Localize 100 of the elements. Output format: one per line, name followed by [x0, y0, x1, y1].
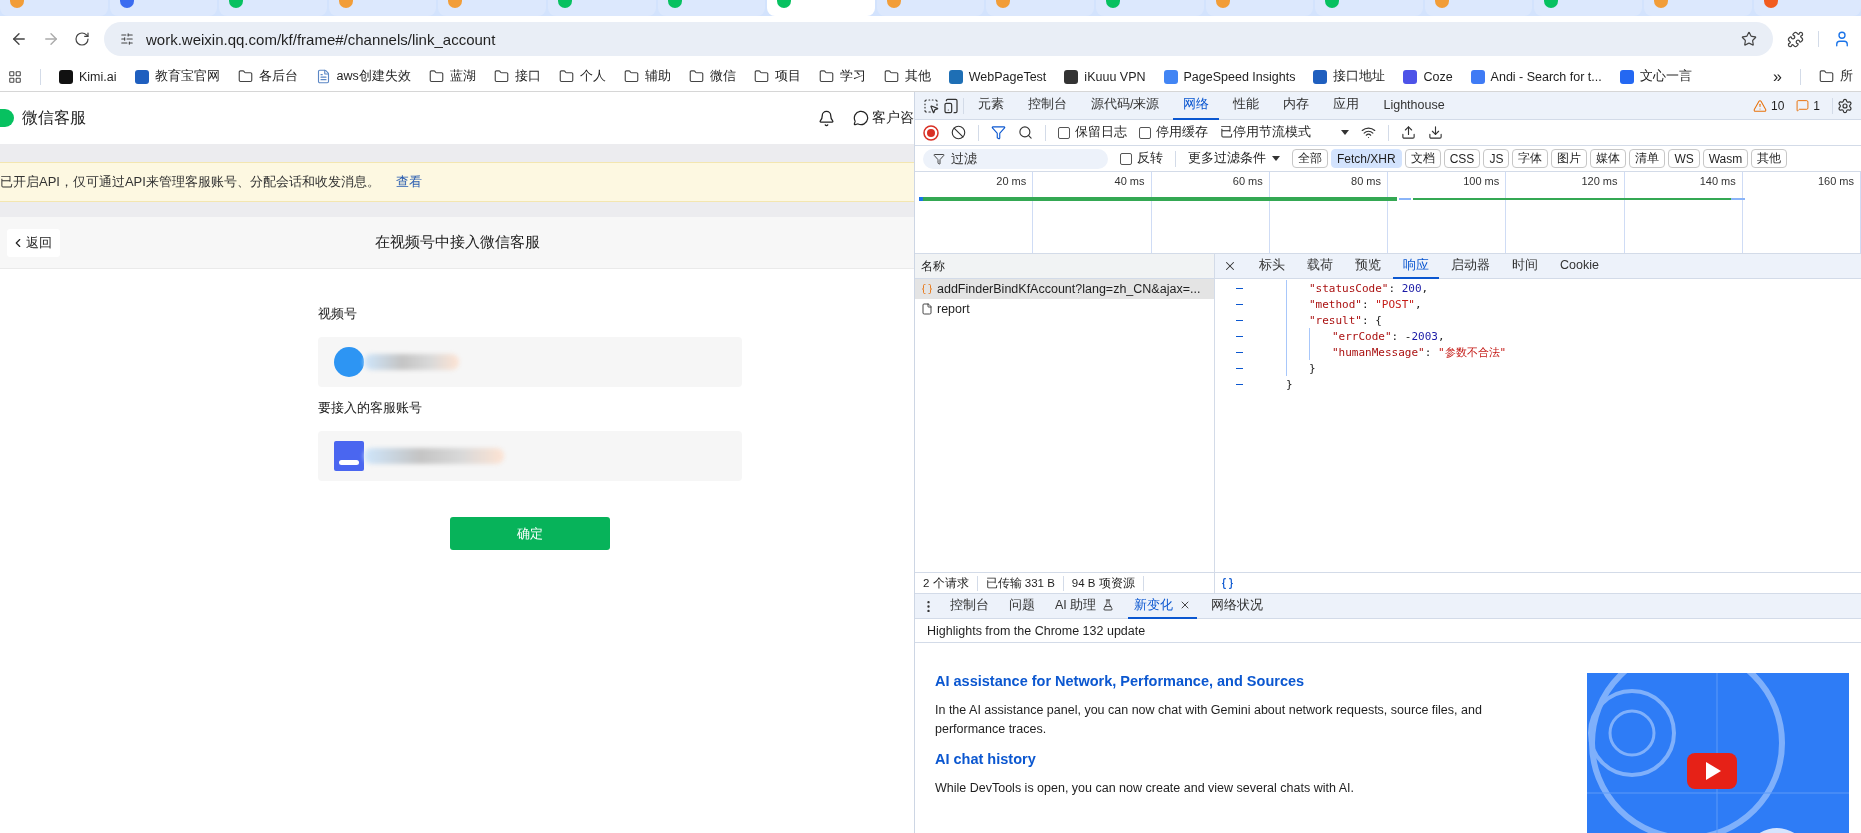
bookmark[interactable]: 接口地址: [1333, 68, 1386, 85]
type-filter-chip[interactable]: CSS: [1443, 149, 1481, 168]
column-header[interactable]: 名称: [921, 257, 945, 275]
inspect-icon[interactable]: [923, 97, 939, 114]
more-bookmarks[interactable]: »: [1773, 67, 1782, 86]
profile-icon[interactable]: [1833, 30, 1851, 48]
checkbox[interactable]: [1058, 126, 1070, 139]
bookmark[interactable]: PageSpeed Insights: [1183, 69, 1296, 84]
detail-tab[interactable]: 时间: [1502, 253, 1548, 279]
bookmark-star-icon[interactable]: [1741, 31, 1757, 47]
issue-count[interactable]: 1: [1813, 98, 1820, 113]
bookmark[interactable]: iKuuu VPN: [1084, 69, 1146, 84]
panel-tab[interactable]: 控制台: [1018, 91, 1077, 120]
drawer-tab[interactable]: 问题: [1003, 593, 1041, 619]
clear-icon[interactable]: [951, 125, 966, 140]
bookmark[interactable]: 教育宝官网: [154, 68, 220, 85]
search-icon[interactable]: [1018, 125, 1033, 140]
device-toolbar-icon[interactable]: [943, 97, 959, 114]
bookmark[interactable]: 蓝湖: [449, 68, 476, 85]
browser-tab[interactable]: [109, 0, 218, 16]
panel-tab[interactable]: 网络: [1173, 91, 1220, 120]
type-filter-chip[interactable]: 图片: [1551, 149, 1588, 168]
bookmark[interactable]: 辅助: [644, 68, 671, 85]
drawer-tab[interactable]: 网络状况: [1205, 593, 1270, 619]
panel-tab[interactable]: 内存: [1273, 91, 1320, 120]
code-line: }: [1309, 361, 1316, 375]
record-icon[interactable]: [923, 124, 939, 141]
type-filter-chip[interactable]: 媒体: [1590, 149, 1627, 168]
close-icon[interactable]: [1223, 259, 1237, 273]
type-filter-chip[interactable]: 文档: [1404, 149, 1441, 168]
type-filter-chip[interactable]: 清单: [1629, 149, 1666, 168]
bookmark[interactable]: 个人: [579, 68, 606, 85]
detail-tab[interactable]: 载荷: [1297, 253, 1343, 279]
bookmark[interactable]: 接口: [514, 68, 541, 85]
site-settings-icon[interactable]: [120, 32, 134, 46]
drawer-tab[interactable]: AI 助理: [1049, 593, 1121, 619]
panel-tab[interactable]: Lighthouse: [1373, 91, 1455, 120]
panel-tab[interactable]: 应用: [1323, 91, 1370, 120]
detail-tab[interactable]: Cookie: [1550, 253, 1609, 279]
network-conditions-icon[interactable]: [1361, 125, 1376, 140]
bookmark[interactable]: WebPageTest: [968, 69, 1047, 84]
folder-icon: [1819, 69, 1834, 84]
highlights-heading: Highlights from the Chrome 132 update: [927, 623, 1146, 638]
type-filter-chip[interactable]: 其他: [1751, 149, 1788, 168]
select-field[interactable]: [318, 337, 742, 387]
all-bookmarks[interactable]: 所: [1840, 68, 1853, 85]
import-icon[interactable]: [1401, 125, 1416, 140]
address-bar[interactable]: work.weixin.qq.com/kf/frame#/channels/link_account: [104, 22, 1773, 56]
detail-tab[interactable]: 响应: [1393, 253, 1439, 279]
extensions-icon[interactable]: [1787, 30, 1804, 48]
bookmark[interactable]: 各后台: [258, 68, 298, 85]
back-icon[interactable]: [10, 30, 28, 48]
request-row[interactable]: report: [915, 299, 1214, 319]
detail-tab[interactable]: 标头: [1249, 253, 1295, 279]
type-filter-chip[interactable]: Wasm: [1702, 149, 1749, 168]
panel-tab[interactable]: 元素: [968, 91, 1014, 120]
pretty-print-icon[interactable]: [1221, 576, 1234, 590]
bookmark[interactable]: 文心一言: [1639, 68, 1692, 85]
browser-tab[interactable]: [1753, 0, 1861, 16]
drawer-tab[interactable]: 新变化: [1128, 593, 1198, 619]
filter-icon[interactable]: [991, 125, 1006, 140]
back-button[interactable]: 返回: [7, 228, 60, 257]
bookmark[interactable]: Kimi.ai: [79, 69, 117, 84]
article-title[interactable]: AI assistance for Network, Performance, and Sources: [935, 673, 1515, 689]
bookmark[interactable]: Coze: [1423, 69, 1453, 84]
apps-icon[interactable]: [8, 69, 22, 84]
more-filters-dropdown[interactable]: 更多过滤条件: [1188, 150, 1280, 167]
bookmark[interactable]: 其他: [904, 68, 931, 85]
checkbox[interactable]: [1120, 152, 1132, 165]
drawer-tab[interactable]: 控制台: [944, 593, 995, 619]
select-field[interactable]: [318, 431, 742, 481]
type-filter-chip[interactable]: JS: [1483, 149, 1510, 168]
type-filter-chip[interactable]: 字体: [1512, 149, 1549, 168]
settings-icon[interactable]: [1837, 97, 1853, 114]
throttling-select[interactable]: 已停用节流模式: [1220, 124, 1349, 141]
header-link[interactable]: 客户咨: [872, 109, 914, 127]
reload-icon[interactable]: [74, 31, 90, 47]
checkbox[interactable]: [1139, 126, 1151, 139]
detail-tab[interactable]: 启动器: [1441, 253, 1500, 279]
article-title[interactable]: AI chat history: [935, 751, 1515, 767]
bookmark[interactable]: Andi - Search for t...: [1490, 69, 1602, 84]
bell-icon[interactable]: [818, 109, 835, 127]
bookmark[interactable]: 学习: [839, 68, 866, 85]
notice-link[interactable]: 查看: [395, 173, 422, 191]
panel-tab[interactable]: 性能: [1223, 91, 1270, 120]
bookmark[interactable]: aws创建失效: [336, 68, 411, 85]
bookmark[interactable]: 项目: [774, 68, 801, 85]
type-filter-chip[interactable]: Fetch/XHR: [1331, 149, 1402, 168]
folder-icon: [558, 69, 574, 84]
request-row[interactable]: addFinderBindKfAccount?lang=zh_CN&ajax=...: [915, 279, 1214, 299]
filter-field[interactable]: 过滤: [923, 148, 1108, 169]
bookmark[interactable]: 微信: [709, 68, 736, 85]
document-icon: [921, 303, 933, 315]
type-filter-chip[interactable]: WS: [1668, 149, 1700, 168]
time-tick: 100 ms: [1463, 175, 1500, 189]
detail-tab[interactable]: 预览: [1345, 253, 1391, 279]
type-filter-chip[interactable]: 全部: [1292, 149, 1328, 168]
panel-tab[interactable]: 源代码/来源: [1081, 91, 1170, 120]
warning-count[interactable]: 10: [1770, 98, 1785, 113]
export-icon[interactable]: [1428, 125, 1443, 140]
